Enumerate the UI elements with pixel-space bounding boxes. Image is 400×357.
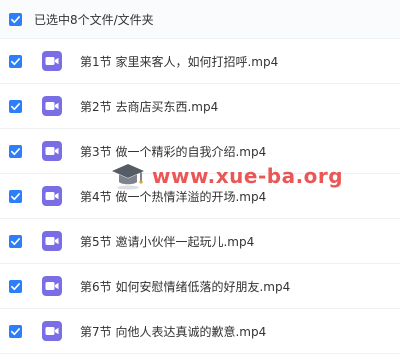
checkmark-icon bbox=[11, 57, 20, 65]
video-file-icon bbox=[42, 276, 62, 296]
file-row[interactable]: 第1节 家里来客人，如何打招呼.mp4 bbox=[0, 39, 400, 84]
checkmark-icon bbox=[11, 327, 20, 335]
file-checkbox[interactable] bbox=[9, 144, 22, 158]
file-checkbox[interactable] bbox=[9, 99, 22, 113]
file-checkbox[interactable] bbox=[9, 54, 22, 68]
file-checkbox[interactable] bbox=[9, 234, 22, 248]
file-name[interactable]: 第4节 做一个热情洋溢的开场.mp4 bbox=[80, 188, 266, 205]
video-file-icon bbox=[42, 186, 62, 206]
file-checkbox[interactable] bbox=[9, 189, 22, 203]
selection-count-text: 已选中8个文件/文件夹 bbox=[34, 12, 154, 27]
file-checkbox[interactable] bbox=[9, 324, 22, 338]
file-name[interactable]: 第1节 家里来客人，如何打招呼.mp4 bbox=[80, 53, 278, 70]
checkmark-icon bbox=[11, 147, 20, 155]
file-name[interactable]: 第2节 去商店买东西.mp4 bbox=[80, 98, 218, 115]
file-row[interactable]: 第3节 做一个精彩的自我介绍.mp4 bbox=[0, 129, 400, 174]
video-file-icon bbox=[42, 231, 62, 251]
video-file-icon bbox=[42, 141, 62, 161]
file-row[interactable]: 第7节 向他人表达真诚的歉意.mp4 bbox=[0, 309, 400, 354]
video-file-icon bbox=[42, 96, 62, 116]
file-row[interactable]: 第4节 做一个热情洋溢的开场.mp4 bbox=[0, 174, 400, 219]
selection-header: 已选中8个文件/文件夹 bbox=[0, 0, 400, 39]
checkmark-icon bbox=[11, 282, 20, 290]
file-name[interactable]: 第5节 邀请小伙伴一起玩儿.mp4 bbox=[80, 233, 254, 250]
file-row[interactable]: 第5节 邀请小伙伴一起玩儿.mp4 bbox=[0, 219, 400, 264]
checkmark-icon bbox=[11, 102, 20, 110]
checkmark-icon bbox=[11, 237, 20, 245]
select-all-checkbox[interactable] bbox=[9, 12, 22, 26]
checkmark-icon bbox=[11, 192, 20, 200]
file-name[interactable]: 第6节 如何安慰情绪低落的好朋友.mp4 bbox=[80, 278, 290, 295]
file-checkbox[interactable] bbox=[9, 279, 22, 293]
checkmark-icon bbox=[11, 15, 20, 23]
file-row[interactable]: 第6节 如何安慰情绪低落的好朋友.mp4 bbox=[0, 264, 400, 309]
video-file-icon bbox=[42, 321, 62, 341]
file-selection-panel: 已选中8个文件/文件夹 第1节 家里来客人，如何打招呼.mp4 第2节 去商店买… bbox=[0, 0, 400, 357]
video-file-icon bbox=[42, 51, 62, 71]
file-row[interactable]: 第2节 去商店买东西.mp4 bbox=[0, 84, 400, 129]
file-name[interactable]: 第3节 做一个精彩的自我介绍.mp4 bbox=[80, 143, 266, 160]
file-name[interactable]: 第7节 向他人表达真诚的歉意.mp4 bbox=[80, 323, 266, 340]
